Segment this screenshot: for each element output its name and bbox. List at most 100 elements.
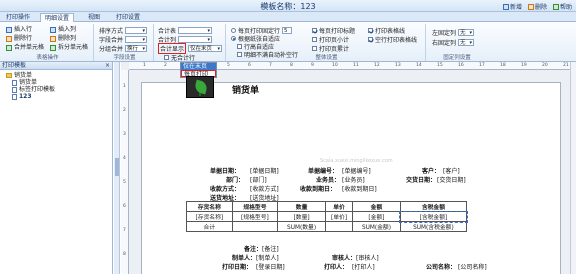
- auto-fit-radio[interactable]: [231, 35, 236, 41]
- total-table-select[interactable]: ▾: [178, 26, 213, 34]
- tab-print-ops[interactable]: 打印操作: [2, 13, 34, 22]
- close-icon[interactable]: ×: [105, 62, 110, 70]
- panel-splitter[interactable]: [114, 62, 120, 274]
- table-header[interactable]: 单价: [324, 201, 354, 212]
- table-cell[interactable]: [含税金额]: [399, 210, 468, 223]
- ruler-tick: 10: [332, 63, 338, 68]
- insert-row-button[interactable]: 插入行: [6, 26, 32, 34]
- right-fixed-select[interactable]: 无 ▾: [458, 38, 475, 46]
- tree-node-root[interactable]: 销货单: [6, 72, 112, 79]
- footer-value[interactable]: [制单人]: [256, 253, 279, 262]
- merge-select[interactable]: ▾: [125, 35, 148, 43]
- delete-row-button[interactable]: 删除行: [6, 35, 32, 43]
- table-header[interactable]: 含税金额: [399, 201, 468, 212]
- tab-detail-settings[interactable]: 明细设置: [40, 13, 75, 22]
- print-title-label: 每页打印标题: [319, 27, 356, 35]
- field-value[interactable]: [客户]: [443, 166, 460, 175]
- document-icon: [12, 79, 17, 86]
- footer-value[interactable]: [打印人]: [352, 262, 375, 271]
- page-subtotal-checkbox[interactable]: [312, 36, 317, 42]
- table-lines-checkbox[interactable]: [368, 27, 373, 33]
- table-header[interactable]: 金额: [352, 201, 401, 212]
- field-value[interactable]: [收款到期日]: [342, 184, 377, 193]
- footer-value[interactable]: [登录日期]: [256, 262, 285, 271]
- dropdown-option[interactable]: 仅在末页: [181, 63, 216, 70]
- print-title-checkbox[interactable]: [312, 27, 317, 33]
- splitter-grip[interactable]: [115, 158, 119, 176]
- footer-value[interactable]: [审核人]: [356, 253, 379, 262]
- chevron-down-icon: ▾: [142, 45, 146, 52]
- table-header[interactable]: 规格型号: [231, 201, 279, 212]
- insert-col-button[interactable]: 插入列: [50, 26, 76, 34]
- total-display-select[interactable]: 仅在末页 ▾: [188, 44, 223, 52]
- blank-lines-checkbox[interactable]: [368, 36, 373, 42]
- ruler-tick: 4: [123, 156, 126, 161]
- table-cell[interactable]: SUM(金额): [352, 221, 401, 232]
- field-value[interactable]: [业务员]: [342, 175, 365, 184]
- table-header[interactable]: 存货名称: [186, 201, 233, 212]
- sort-select[interactable]: ▾: [125, 26, 148, 34]
- vertical-scrollbar[interactable]: [570, 62, 576, 274]
- row-height-checkbox[interactable]: [237, 43, 242, 49]
- tab-view[interactable]: 视图: [84, 13, 104, 22]
- ribbon: 插入行 插入列 删除行 删除列 合并单元格 拆分单元格 表格操作 排序方式 ▾ 字…: [0, 22, 576, 62]
- field-label: 收款方式：: [210, 186, 241, 193]
- tree-node[interactable]: 销货单: [6, 79, 112, 86]
- table-cell[interactable]: [规格型号]: [231, 211, 279, 222]
- ruler-tick: 2: [123, 108, 126, 113]
- split-cells-button[interactable]: 拆分单元格: [50, 44, 88, 52]
- page-cumulative-checkbox[interactable]: [312, 45, 317, 51]
- table-cell[interactable]: [金额]: [352, 211, 401, 222]
- group-fixed-cols-label: 固定列设置: [443, 55, 471, 61]
- total-display-value: 仅在末页: [190, 45, 213, 52]
- delete-col-button[interactable]: 删除列: [50, 35, 76, 43]
- table-cell[interactable]: [存货名称]: [186, 211, 233, 222]
- group-field-settings: 排序方式 ▾ 字段合并 ▾ 分组合并 换行 ▾ 字段设置: [96, 24, 154, 61]
- watermark: Scala.xuexi.minglikexue.com: [320, 158, 393, 164]
- total-col-select[interactable]: ▾: [178, 35, 213, 43]
- fixed-rows-input[interactable]: 5: [282, 26, 293, 34]
- tree-node[interactable]: 标签打印模板: [6, 86, 112, 93]
- table-cell[interactable]: [324, 221, 354, 232]
- field-value[interactable]: [单据日期]: [250, 166, 279, 175]
- group-merge-select[interactable]: 换行 ▾: [125, 44, 148, 52]
- field-value[interactable]: [单据编号]: [342, 166, 371, 175]
- merge-cells-icon: [6, 45, 12, 51]
- total-table-field: 合计表 ▾: [158, 26, 213, 35]
- left-fixed-select[interactable]: 无 ▾: [458, 28, 475, 36]
- group-merge-field: 分组合并 换行 ▾: [99, 44, 148, 53]
- delete-label: 删除: [534, 4, 547, 11]
- title-bar: 模板名称：123 新增 删除 帮助: [0, 0, 576, 12]
- tree-node-selected[interactable]: 123: [6, 93, 112, 100]
- delete-action[interactable]: 删除: [527, 2, 547, 11]
- merge-cells-button[interactable]: 合并单元格: [6, 44, 44, 52]
- table-cell[interactable]: [单价]: [324, 211, 354, 222]
- left-fixed-value: 无: [460, 29, 466, 36]
- fixed-rows-radio[interactable]: [231, 27, 236, 33]
- footer-value[interactable]: [备注]: [262, 244, 279, 253]
- table-header[interactable]: 数量: [277, 201, 326, 212]
- new-action[interactable]: 新增: [502, 2, 522, 11]
- no-total-row-checkbox[interactable]: [164, 54, 169, 60]
- tab-print-settings[interactable]: 打印设置: [112, 13, 144, 22]
- table-cell[interactable]: 合计: [186, 221, 233, 232]
- field-value[interactable]: [交货日期]: [437, 175, 466, 184]
- help-action[interactable]: 帮助: [552, 2, 572, 11]
- field-value[interactable]: [收款方式]: [250, 184, 279, 193]
- ruler-tick: 1: [123, 84, 126, 89]
- field-value[interactable]: [部门]: [250, 175, 267, 184]
- table-cell[interactable]: SUM(数量): [277, 221, 326, 232]
- panel-title: 打印模板: [2, 62, 27, 69]
- report-title[interactable]: 销货单: [232, 83, 259, 96]
- ruler-tick: 17: [479, 63, 485, 68]
- ruler-tick: 13: [395, 63, 401, 68]
- blank-lines-label: 空行打印表格线: [375, 36, 418, 44]
- table-cell[interactable]: SUM(含税金额): [399, 221, 468, 232]
- page-cumulative-label: 打印页累计: [319, 45, 350, 53]
- table-total-row: 合计 SUM(数量) SUM(金额) SUM(含税金额): [186, 221, 468, 232]
- footer-value[interactable]: [公司名称]: [458, 262, 487, 271]
- report-logo[interactable]: [186, 76, 214, 98]
- table-cell[interactable]: [数量]: [277, 211, 326, 222]
- field-label: 交货日期：: [406, 177, 437, 184]
- table-cell[interactable]: [231, 221, 279, 232]
